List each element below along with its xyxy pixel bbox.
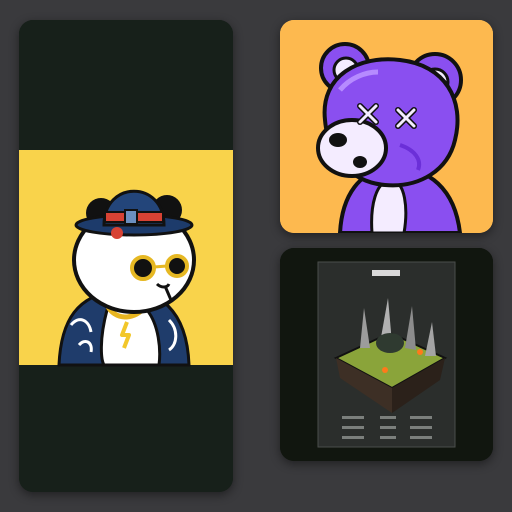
nft-card-bear[interactable] <box>280 20 493 233</box>
panda-artwork <box>19 20 233 492</box>
nft-card-map[interactable] <box>280 248 493 461</box>
map-artwork <box>280 248 493 461</box>
bear-artwork <box>280 20 493 233</box>
nft-card-panda[interactable] <box>19 20 233 492</box>
